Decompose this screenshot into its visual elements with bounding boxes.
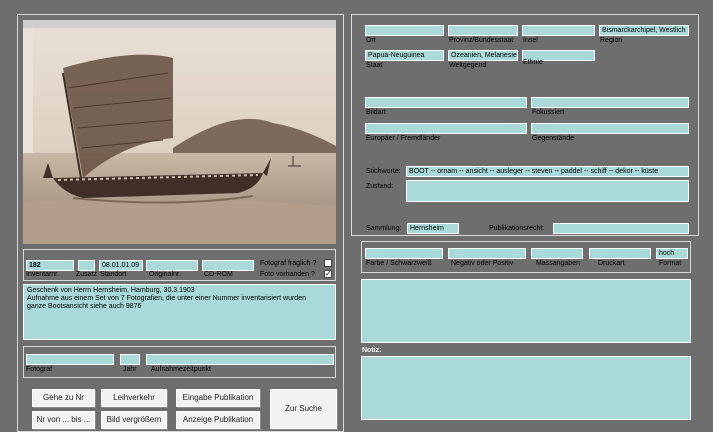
originalnr-field[interactable]: [146, 260, 198, 271]
sammlung-label: Sammlung:: [366, 225, 402, 232]
fokussiert-field[interactable]: [531, 97, 689, 108]
bildart-field[interactable]: [365, 97, 527, 108]
gehe-zu-nr-button[interactable]: Gehe zu Nr: [32, 389, 95, 407]
stichworte-label: Stichworte:: [366, 168, 401, 175]
boat-photo: [23, 28, 336, 244]
gegenstaende-field[interactable]: [531, 123, 689, 134]
description-textarea[interactable]: Geschenk von Herrn Hernsheim, Hamburg, 3…: [23, 284, 336, 340]
bild-vergroessern-button[interactable]: Bild vergrößern: [101, 411, 167, 429]
farbe-field[interactable]: [365, 248, 443, 259]
inventory-number-field[interactable]: 182: [26, 260, 74, 271]
jahr-field[interactable]: [120, 354, 140, 365]
zustand-field[interactable]: [406, 180, 689, 202]
fotograf-label: Fotograf: [26, 366, 53, 373]
stichworte-field[interactable]: BOOT -- ornam -- ansicht -- ausleger -- …: [406, 166, 689, 177]
publikationsrecht-field[interactable]: [553, 223, 689, 234]
negativ-field[interactable]: [448, 248, 526, 259]
sammlung-field[interactable]: Hernsheim: [407, 223, 459, 234]
provinz-field[interactable]: [448, 25, 518, 36]
fokussiert-label: Fokussiert: [532, 109, 565, 116]
anzeige-publikation-button[interactable]: Anzeige Publikation: [176, 411, 260, 429]
foto-vorhanden-checkbox[interactable]: ✓: [324, 270, 332, 278]
ort-label: Ort: [366, 37, 376, 44]
weltgegend-label: Weltgegend: [449, 62, 487, 69]
bildart-label: Bildart: [366, 109, 386, 116]
fotograf-box: Fotograf Jahr Aufnahmezeitpunkt: [23, 346, 336, 378]
fotograf-fraglich-label: Fotograf fraglich ?: [260, 260, 317, 267]
leihverkehr-button[interactable]: Leihverkehr: [101, 389, 167, 407]
staat-label: Staat: [366, 62, 383, 69]
negativ-label: Negativ oder Positiv: [451, 260, 514, 267]
right-panel: Bismarckarchipel, Westlich Ort Provinz/B…: [351, 14, 699, 236]
aufnahmezeitpunkt-label: Aufnahmezeitpunkt: [151, 366, 211, 373]
format-field[interactable]: hoch: [656, 248, 688, 259]
ort-field[interactable]: [365, 25, 444, 36]
inventory-number-label: Inventarnr.: [26, 271, 60, 278]
provinz-label: Provinz/Bundesstaat: [449, 37, 514, 44]
eingabe-publikation-button[interactable]: Eingabe Publikation: [176, 389, 260, 407]
publikationsrecht-label: Publikationsrecht:: [489, 225, 545, 232]
europaeer-field[interactable]: [365, 123, 527, 134]
staat-field[interactable]: Papua-Neuguinea: [365, 50, 444, 61]
region-label: Region: [600, 37, 623, 44]
standort-field[interactable]: 08.01.01.09: [99, 260, 143, 271]
insel-label: Insel: [523, 37, 538, 44]
cdrom-label: CD-ROM: [204, 271, 233, 278]
region-field[interactable]: Bismarckarchipel, Westlich: [599, 25, 689, 36]
massangaben-label: Massangaben: [536, 260, 580, 267]
format-label: Format: [659, 260, 682, 267]
gegenstaende-label: Gegenstände: [532, 135, 575, 142]
physical-panel: hoch Farbe / Schwarzweiß Negativ oder Po…: [361, 241, 691, 273]
druckart-label: Druckart: [598, 260, 625, 267]
fotograf-field[interactable]: [26, 354, 114, 365]
zusatz-label: Zusatz: [76, 271, 98, 278]
weltgegend-field[interactable]: Ozeanien, Melanesie: [448, 50, 518, 61]
originalnr-label: Originalnr.: [149, 271, 181, 278]
druckart-field[interactable]: [589, 248, 651, 259]
aufnahmezeitpunkt-field[interactable]: [146, 354, 334, 365]
inventory-box: 182 08.01.01.09 Inventarnr. Zusatz Stand…: [23, 249, 336, 281]
foto-vorhanden-label: Foto vorhanden ?: [260, 271, 315, 278]
ethnie-label: Ethnie: [523, 59, 543, 66]
notiz-label: Notiz:: [362, 347, 382, 354]
massangaben-field[interactable]: [531, 248, 583, 259]
zusatz-field[interactable]: [78, 260, 95, 271]
additional-textarea[interactable]: [361, 279, 691, 343]
insel-field[interactable]: [522, 25, 595, 36]
fotograf-fraglich-checkbox[interactable]: [324, 259, 332, 267]
photo-frame[interactable]: [23, 20, 336, 244]
zustand-label: Zustand:: [366, 183, 394, 190]
europaeer-label: Europäer / Fremdländer: [366, 135, 441, 142]
jahr-label: Jahr: [123, 366, 137, 373]
standort-label: Standort: [100, 271, 127, 278]
nr-von-bis-button[interactable]: Nr von ... bis ...: [32, 411, 95, 429]
cdrom-field[interactable]: [202, 260, 254, 271]
zur-suche-button[interactable]: Zur Suche: [270, 389, 337, 429]
farbe-label: Farbe / Schwarzweiß: [366, 260, 432, 267]
notiz-textarea[interactable]: [361, 356, 691, 420]
left-panel: 182 08.01.01.09 Inventarnr. Zusatz Stand…: [17, 14, 344, 432]
